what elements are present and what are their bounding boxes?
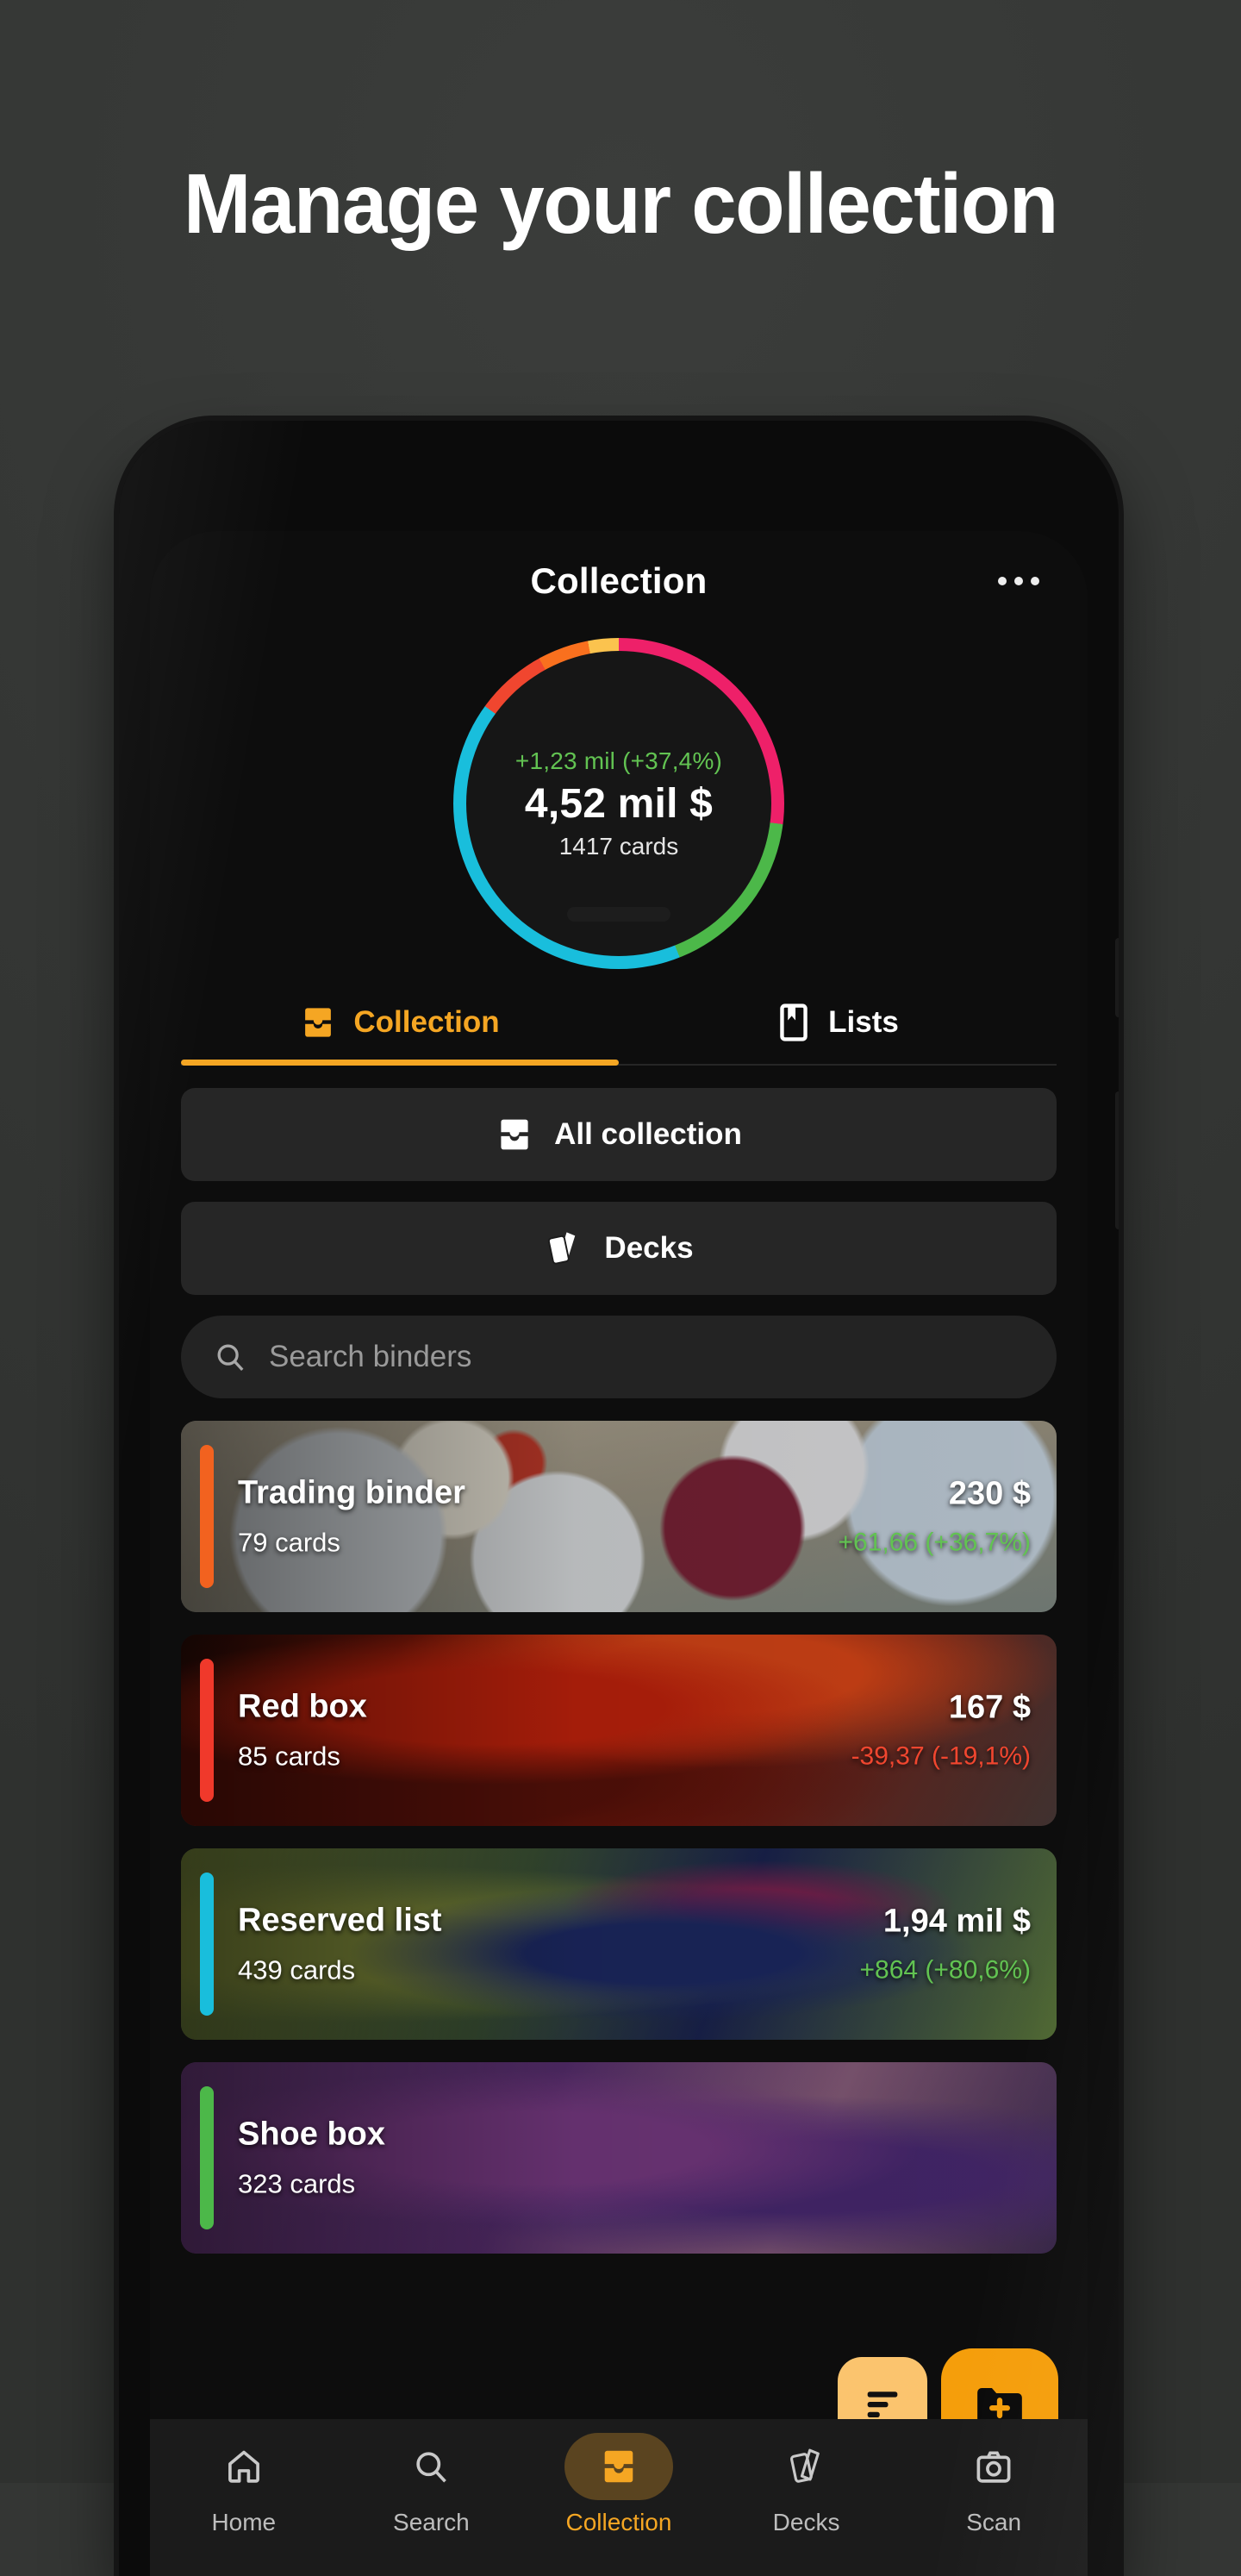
decks-cards-icon	[786, 2446, 827, 2487]
tab-collection[interactable]: Collection	[181, 985, 619, 1066]
binder-accent-bar	[200, 1659, 214, 1802]
binder-price: 167 $	[948, 1689, 1031, 1726]
app-title: Collection	[530, 560, 708, 601]
binder-accent-bar	[200, 1445, 214, 1588]
bottom-navigation: Home Search Collection Decks Scan	[150, 2419, 1088, 2576]
binder-name: Reserved list	[238, 1902, 442, 1939]
binder-card-trading-binder[interactable]: Trading binder 79 cards 230 $ +61,66 (+3…	[181, 1421, 1057, 1612]
sort-lines-icon	[860, 2379, 905, 2424]
nav-label-home: Home	[211, 2509, 277, 2535]
binder-info: Red box 85 cards	[238, 1689, 367, 1773]
nav-label-decks: Decks	[772, 2509, 840, 2535]
page-title: Manage your collection	[184, 156, 1058, 251]
binder-values: 167 $ -39,37 (-19,1%)	[851, 1690, 1031, 1772]
binder-card-count: 79 cards	[238, 1527, 340, 1558]
nav-label-search: Search	[393, 2509, 470, 2535]
binder-change: -39,37 (-19,1%)	[851, 1741, 1031, 1771]
summary-total: 4,52 mil $	[524, 780, 714, 827]
tab-active-underline	[181, 1060, 619, 1066]
phone-side-button-volume-up[interactable]	[1115, 938, 1119, 1017]
tab-lists[interactable]: Lists	[619, 985, 1057, 1064]
nav-pill-active	[564, 2433, 673, 2500]
nav-item-scan[interactable]: Scan	[900, 2433, 1088, 2536]
binder-values: 230 $ +61,66 (+36,7%)	[839, 1476, 1032, 1558]
binder-card-reserved-list[interactable]: Reserved list 439 cards 1,94 mil $ +864 …	[181, 1848, 1057, 2040]
binder-info: Trading binder 79 cards	[238, 1475, 465, 1559]
binder-name: Trading binder	[238, 1474, 465, 1511]
collection-tray-icon	[300, 1004, 336, 1041]
home-icon	[224, 2447, 264, 2486]
binder-card-count: 439 cards	[238, 1954, 356, 1985]
search-placeholder: Search binders	[269, 1340, 472, 1373]
binder-card-shoe-box[interactable]: Shoe box 323 cards	[181, 2062, 1057, 2254]
binder-card-count: 85 cards	[238, 1741, 340, 1772]
search-icon	[412, 2448, 450, 2485]
nav-pill	[939, 2433, 1048, 2500]
summary-card-count: 1417 cards	[558, 832, 679, 860]
binder-name: Red box	[238, 1688, 367, 1725]
nav-item-home[interactable]: Home	[150, 2433, 338, 2536]
all-collection-button[interactable]: All collection	[181, 1088, 1057, 1181]
camera-icon	[974, 2447, 1013, 2486]
decks-label: Decks	[604, 1231, 694, 1265]
search-binders-input[interactable]: Search binders	[181, 1316, 1057, 1398]
phone-mockup: Collection +1,23 mil (+37,4%) 4,52 mil $…	[119, 421, 1119, 2576]
nav-label-scan: Scan	[966, 2509, 1022, 2535]
app-header: Collection	[150, 531, 1088, 631]
binder-price: 1,94 mil $	[882, 1903, 1031, 1940]
binder-price: 230 $	[948, 1475, 1031, 1512]
binder-card-red-box[interactable]: Red box 85 cards 167 $ -39,37 (-19,1%)	[181, 1635, 1057, 1826]
screen-body: All collection Decks Search binders Trad…	[150, 1066, 1088, 2254]
nav-pill	[752, 2433, 861, 2500]
all-collection-label: All collection	[554, 1117, 742, 1151]
binder-change: +61,66 (+36,7%)	[838, 1528, 1032, 1557]
nav-pill	[377, 2433, 485, 2500]
nav-item-decks[interactable]: Decks	[713, 2433, 901, 2536]
nav-label-collection: Collection	[565, 2509, 672, 2535]
nav-pill	[190, 2433, 298, 2500]
summary-delta: +1,23 mil (+37,4%)	[514, 747, 723, 774]
tab-lists-label: Lists	[828, 1005, 899, 1039]
phone-speaker	[567, 907, 670, 922]
collection-tray-icon	[496, 1116, 533, 1154]
binder-accent-bar	[200, 1873, 214, 2016]
binder-accent-bar	[200, 2086, 214, 2229]
kebab-menu-icon[interactable]	[998, 577, 1039, 585]
binder-values: 1,94 mil $ +864 (+80,6%)	[860, 1904, 1031, 1985]
collection-summary-chart: +1,23 mil (+37,4%) 4,52 mil $ 1417 cards	[150, 631, 1088, 976]
binder-info: Shoe box 323 cards	[238, 2116, 385, 2200]
nav-item-search[interactable]: Search	[338, 2433, 526, 2536]
bookmark-icon	[776, 1004, 811, 1041]
decks-button[interactable]: Decks	[181, 1202, 1057, 1295]
nav-item-collection[interactable]: Collection	[525, 2433, 713, 2536]
tab-collection-label: Collection	[353, 1005, 500, 1039]
segmented-tabs: Collection Lists	[181, 985, 1057, 1066]
binder-card-count: 323 cards	[238, 2168, 356, 2199]
binder-change: +864 (+80,6%)	[859, 1955, 1031, 1985]
collection-tray-icon	[599, 2447, 639, 2486]
search-icon	[214, 1341, 246, 1373]
phone-side-button-power[interactable]	[1115, 1091, 1119, 1229]
binder-info: Reserved list 439 cards	[238, 1903, 442, 1986]
binder-name: Shoe box	[238, 2116, 386, 2153]
app-screen: Collection +1,23 mil (+37,4%) 4,52 mil $…	[150, 531, 1088, 2576]
decks-cards-icon	[544, 1229, 583, 1268]
